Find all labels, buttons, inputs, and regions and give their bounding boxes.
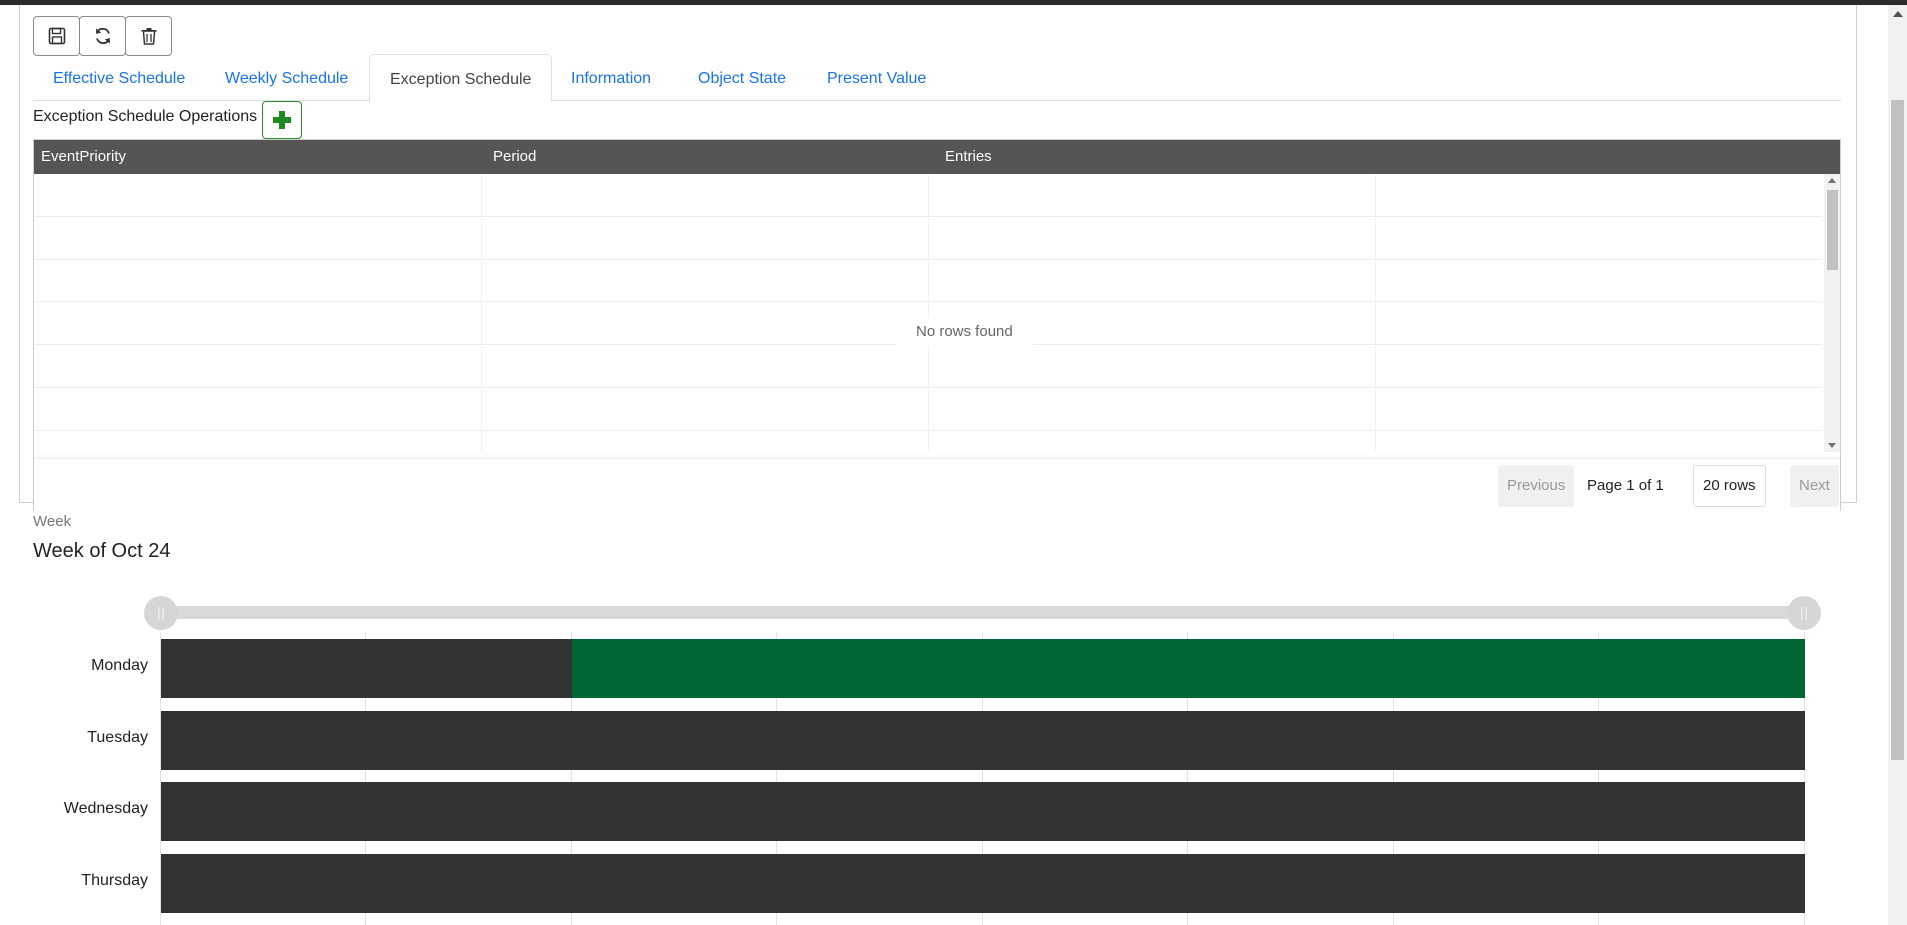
scroll-up-icon[interactable] <box>1828 178 1836 183</box>
rows-per-page-select[interactable]: 20 rows <box>1693 465 1766 507</box>
tab-present-value[interactable]: Present Value <box>807 54 946 100</box>
day-label-tuesday: Tuesday <box>87 729 148 746</box>
tab-object-state[interactable]: Object State <box>678 54 806 100</box>
next-button[interactable]: Next <box>1790 465 1839 507</box>
current-page: 1 <box>1626 477 1635 494</box>
of-label: of <box>1638 477 1652 494</box>
delete-button[interactable] <box>125 16 172 56</box>
day-label-thursday: Thursday <box>81 872 148 889</box>
page-scrollbar-thumb[interactable] <box>1891 100 1904 760</box>
pagination-bar: Previous Page 1 of 1 20 rows Next <box>34 458 1840 511</box>
refresh-icon <box>95 28 110 44</box>
day-bar-wednesday[interactable] <box>161 782 1805 841</box>
schedule-segment[interactable] <box>161 711 1805 770</box>
column-divider <box>481 174 482 452</box>
column-header-period[interactable]: Period <box>493 140 536 174</box>
plus-icon <box>273 111 291 129</box>
add-exception-button[interactable] <box>262 101 302 139</box>
save-icon <box>48 27 65 45</box>
tab-effective-schedule[interactable]: Effective Schedule <box>33 54 205 100</box>
schedule-segment[interactable] <box>161 854 1805 913</box>
slider-end-handle[interactable]: || <box>1787 596 1821 630</box>
total-pages: 1 <box>1655 477 1664 494</box>
day-bar-monday[interactable] <box>161 639 1805 698</box>
week-title: Week of Oct 24 <box>33 540 171 562</box>
grid-header: EventPriority Period Entries <box>34 140 1840 174</box>
column-divider <box>1375 174 1376 452</box>
day-bar-tuesday[interactable] <box>161 711 1805 770</box>
day-label-wednesday: Wednesday <box>63 800 148 817</box>
tab-exception-schedule[interactable]: Exception Schedule <box>369 54 553 102</box>
schedule-segment[interactable] <box>161 782 1805 841</box>
page-scrollbar[interactable] <box>1888 5 1907 925</box>
slider-start-handle[interactable]: || <box>144 596 178 630</box>
previous-button[interactable]: Previous <box>1498 465 1575 507</box>
column-divider <box>928 174 929 452</box>
week-label: Week <box>33 513 72 530</box>
day-bar-thursday[interactable] <box>161 854 1805 913</box>
week-range-slider[interactable] <box>158 606 1808 619</box>
grid-body: No rows found <box>34 174 1822 452</box>
column-header-eventpriority[interactable]: EventPriority <box>41 140 126 174</box>
tab-bar: Effective Schedule Weekly Schedule Excep… <box>33 54 1841 102</box>
tab-weekly-schedule[interactable]: Weekly Schedule <box>205 54 368 100</box>
scroll-up-icon[interactable] <box>1893 11 1903 17</box>
grip-icon: || <box>156 605 166 621</box>
schedule-segment[interactable] <box>572 639 1805 698</box>
tab-information[interactable]: Information <box>551 54 671 100</box>
grid-scrollbar[interactable] <box>1824 174 1840 452</box>
column-header-entries[interactable]: Entries <box>945 140 992 174</box>
refresh-button[interactable] <box>79 16 126 56</box>
save-button[interactable] <box>33 16 80 56</box>
page-label: Page <box>1587 477 1623 494</box>
day-label-monday: Monday <box>91 657 148 674</box>
trash-icon <box>141 28 156 45</box>
scroll-down-icon[interactable] <box>1828 443 1836 448</box>
schedule-segment[interactable] <box>161 639 572 698</box>
operations-label: Exception Schedule Operations <box>33 108 258 125</box>
exception-grid: EventPriority Period Entries No rows fou… <box>33 139 1841 511</box>
grip-icon: || <box>1799 605 1809 621</box>
grid-scrollbar-thumb[interactable] <box>1827 190 1838 270</box>
page-indicator: Page 1 of 1 <box>1587 465 1664 507</box>
no-rows-message: No rows found <box>896 317 1033 347</box>
